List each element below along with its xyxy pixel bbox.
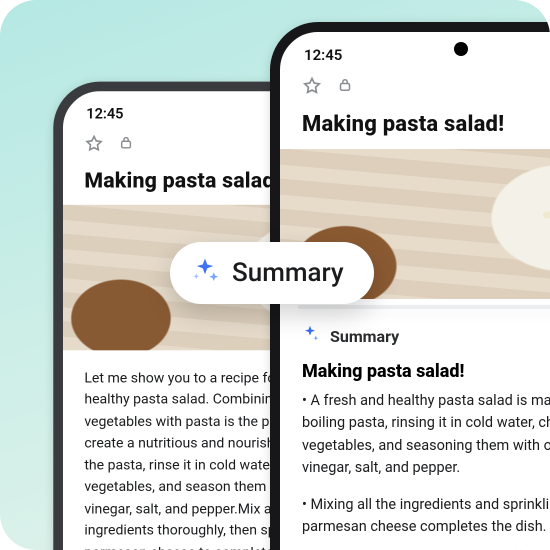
summary-pill-label: Summary [232,258,344,288]
lock-icon[interactable] [117,134,136,153]
summary-bullet: • A fresh and healthy pasta salad is mad… [302,390,550,480]
summary-title: Making pasta salad! [280,355,550,390]
section-divider [298,305,550,309]
sparkle-icon [300,324,320,348]
star-icon[interactable] [302,76,322,96]
promo-stage: 12:45 100% Making pasta salad! Let me sh… [0,0,550,550]
summary-header: Summary [280,309,550,355]
note-title: Making pasta salad! [280,106,550,149]
summary-section-label: Summary [330,327,399,346]
summary-bullet: • Mixing all the ingredients and sprinkl… [302,494,550,539]
status-bar: 12:45 100% [280,32,550,70]
lock-icon[interactable] [336,76,356,96]
status-time: 12:45 [86,105,123,122]
sparkle-icon [190,256,220,290]
star-icon[interactable] [84,134,103,153]
note-toolbar [280,70,550,106]
summary-bullets: • A fresh and healthy pasta salad is mad… [280,390,550,539]
camera-notch [454,42,468,56]
status-time: 12:45 [304,46,342,64]
summary-pill[interactable]: Summary [170,242,374,304]
